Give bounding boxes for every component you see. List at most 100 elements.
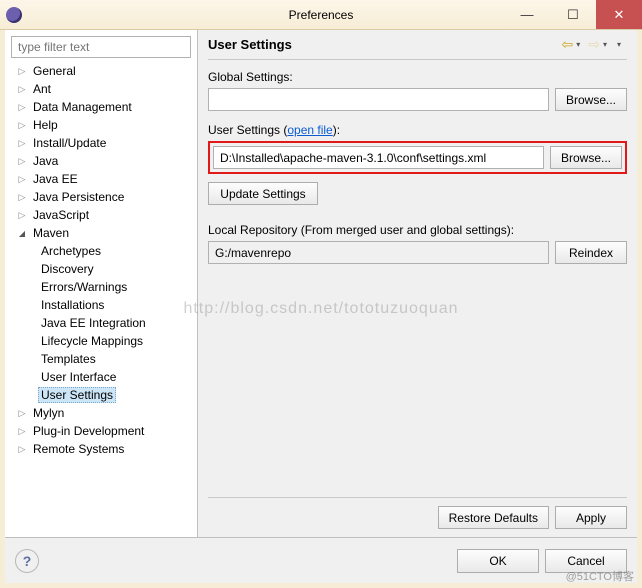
filter-input[interactable]: [11, 36, 191, 58]
global-settings-row: Browse...: [208, 88, 627, 111]
tree-item-label: Java EE: [30, 171, 81, 187]
user-settings-highlight: Browse...: [208, 141, 627, 174]
dialog-buttons: OK Cancel: [457, 549, 627, 573]
preferences-tree[interactable]: General Ant Data Management Help Install/Upd…: [8, 62, 194, 537]
restore-defaults-button[interactable]: Restore Defaults: [438, 506, 549, 529]
eclipse-icon: [6, 7, 22, 23]
tree-item-label: Java EE Integration: [38, 315, 149, 331]
tree-child-item[interactable]: Lifecycle Mappings: [10, 332, 194, 350]
tree-item[interactable]: Help: [10, 116, 194, 134]
tree-twisty-icon[interactable]: [16, 119, 28, 131]
nav-history: ⇦▾ ⇨▾ ▾: [561, 36, 627, 53]
ok-button[interactable]: OK: [457, 549, 539, 573]
forward-icon[interactable]: ⇨: [588, 36, 600, 53]
local-repo-row: Reindex: [208, 241, 627, 264]
cancel-button[interactable]: Cancel: [545, 549, 627, 573]
panel-buttons: Restore Defaults Apply: [208, 497, 627, 529]
forward-menu-icon[interactable]: ▾: [603, 40, 607, 49]
tree-item[interactable]: Ant: [10, 80, 194, 98]
tree-item-label: Lifecycle Mappings: [38, 333, 146, 349]
update-row: Update Settings: [208, 182, 627, 205]
tree-item-label: Help: [30, 117, 61, 133]
tree-child-item[interactable]: Archetypes: [10, 242, 194, 260]
close-button[interactable]: ✕: [596, 0, 642, 29]
window-controls: — ☐ ✕: [504, 0, 642, 29]
tree-item-label: Java Persistence: [30, 189, 127, 205]
tree-item-label: Install/Update: [30, 135, 109, 151]
user-settings-row: Browse...: [213, 146, 622, 169]
tree-item-label: Installations: [38, 297, 107, 313]
tree-child-item[interactable]: User Interface: [10, 368, 194, 386]
tree-item-label: Remote Systems: [30, 441, 127, 457]
tree-twisty-icon[interactable]: [16, 155, 28, 167]
tree-item-label: Data Management: [30, 99, 135, 115]
tree-child-item[interactable]: Java EE Integration: [10, 314, 194, 332]
dialog-content: General Ant Data Management Help Install/Upd…: [0, 30, 642, 588]
tree-item-label: General: [30, 63, 79, 79]
title-bar: Preferences — ☐ ✕: [0, 0, 642, 30]
settings-panel: User Settings ⇦▾ ⇨▾ ▾ Global Settings: B…: [198, 30, 637, 537]
tree-item-label: Archetypes: [38, 243, 104, 259]
back-icon[interactable]: ⇦: [561, 36, 573, 53]
panel-title: User Settings: [208, 37, 292, 52]
tree-item[interactable]: Plug-in Development: [10, 422, 194, 440]
tree-child-item[interactable]: User Settings: [10, 386, 194, 404]
global-settings-input[interactable]: [208, 88, 549, 111]
tree-item[interactable]: Mylyn: [10, 404, 194, 422]
tree-twisty-icon[interactable]: [16, 209, 28, 221]
tree-item[interactable]: Java EE: [10, 170, 194, 188]
tree-item[interactable]: Data Management: [10, 98, 194, 116]
tree-item-label: Maven: [30, 225, 72, 241]
tree-item-label: Plug-in Development: [30, 423, 147, 439]
help-button[interactable]: ?: [15, 549, 39, 573]
tree-item[interactable]: Remote Systems: [10, 440, 194, 458]
split-pane: General Ant Data Management Help Install/Upd…: [5, 30, 637, 537]
tree-item-label: Mylyn: [30, 405, 67, 421]
local-repo-label: Local Repository (From merged user and g…: [208, 223, 627, 237]
tree-twisty-icon[interactable]: [16, 173, 28, 185]
tree-item[interactable]: Java: [10, 152, 194, 170]
user-browse-button[interactable]: Browse...: [550, 146, 622, 169]
tree-twisty-icon[interactable]: [16, 227, 28, 239]
tree-twisty-icon[interactable]: [16, 407, 28, 419]
global-settings-label: Global Settings:: [208, 70, 627, 84]
tree-child-item[interactable]: Discovery: [10, 260, 194, 278]
tree-item-label: User Interface: [38, 369, 119, 385]
global-browse-button[interactable]: Browse...: [555, 88, 627, 111]
tree-twisty-icon[interactable]: [16, 425, 28, 437]
tree-twisty-icon[interactable]: [16, 137, 28, 149]
tree-child-item[interactable]: Installations: [10, 296, 194, 314]
maximize-button[interactable]: ☐: [550, 0, 596, 29]
tree-pane: General Ant Data Management Help Install/Upd…: [5, 30, 198, 537]
tree-item[interactable]: JavaScript: [10, 206, 194, 224]
panel-header: User Settings ⇦▾ ⇨▾ ▾: [208, 36, 627, 60]
tree-twisty-icon[interactable]: [16, 65, 28, 77]
dialog-footer: ? OK Cancel: [5, 537, 637, 583]
tree-item-label: Java: [30, 153, 61, 169]
tree-item[interactable]: Install/Update: [10, 134, 194, 152]
tree-item-label: Templates: [38, 351, 99, 367]
minimize-button[interactable]: —: [504, 0, 550, 29]
tree-item-label: User Settings: [38, 387, 116, 403]
tree-twisty-icon[interactable]: [16, 83, 28, 95]
local-repo-input: [208, 241, 549, 264]
panel-menu-icon[interactable]: ▾: [617, 40, 621, 49]
reindex-button[interactable]: Reindex: [555, 241, 627, 264]
user-settings-label: User Settings (open file):: [208, 123, 627, 137]
apply-button[interactable]: Apply: [555, 506, 627, 529]
update-settings-button[interactable]: Update Settings: [208, 182, 318, 205]
tree-item[interactable]: General: [10, 62, 194, 80]
tree-twisty-icon[interactable]: [16, 191, 28, 203]
tree-item[interactable]: Java Persistence: [10, 188, 194, 206]
tree-item-label: Errors/Warnings: [38, 279, 130, 295]
tree-child-item[interactable]: Errors/Warnings: [10, 278, 194, 296]
back-menu-icon[interactable]: ▾: [576, 40, 580, 49]
open-file-link[interactable]: open file: [287, 123, 332, 137]
user-settings-input[interactable]: [213, 146, 544, 169]
tree-twisty-icon[interactable]: [16, 101, 28, 113]
tree-item-label: Discovery: [38, 261, 97, 277]
tree-item[interactable]: Maven: [10, 224, 194, 242]
tree-item-label: Ant: [30, 81, 54, 97]
tree-twisty-icon[interactable]: [16, 443, 28, 455]
tree-child-item[interactable]: Templates: [10, 350, 194, 368]
